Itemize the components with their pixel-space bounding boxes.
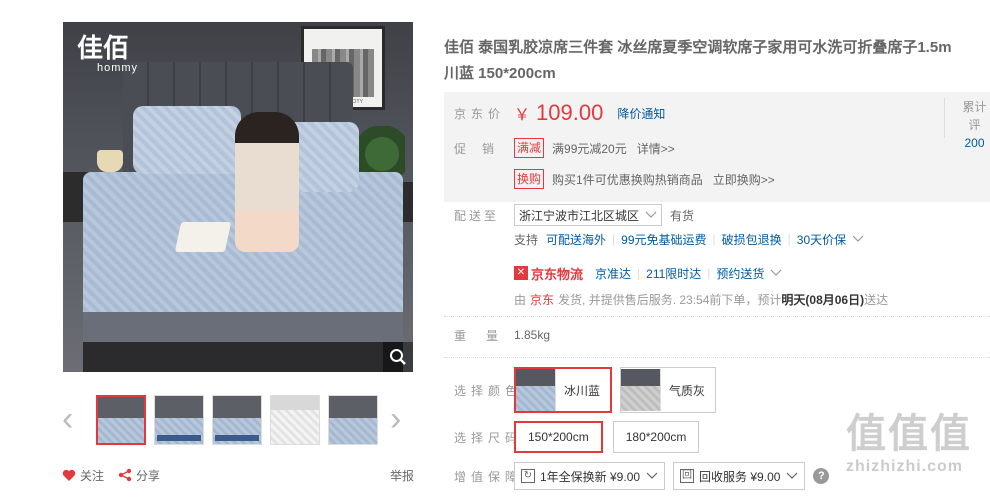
promo-text-1: 满99元减20元 <box>552 141 627 156</box>
chevron-down-icon <box>786 472 798 479</box>
support-overseas[interactable]: 可配送海外 <box>546 231 606 248</box>
promo-label: 促销 <box>454 141 511 156</box>
promo-detail-link[interactable]: 详情>> <box>637 140 675 157</box>
watermark-logo: 值值值 <box>846 412 972 456</box>
logistics-appointment[interactable]: 预约送货 <box>716 265 764 282</box>
service-replace-select[interactable]: ↻ 1年全保换新 ¥9.00 <box>514 462 666 490</box>
jd-logistics-logo: ✕ 京东物流 <box>514 264 583 283</box>
color-swatch-grey <box>621 369 662 411</box>
promo-tag-1: 满减 <box>514 138 545 158</box>
thumbnail-1[interactable] <box>96 395 146 445</box>
zoom-icon[interactable] <box>383 342 413 372</box>
share-icon <box>118 468 132 482</box>
thumb-prev-arrow[interactable]: ‹ <box>62 402 73 436</box>
logistics-211[interactable]: 211限时达 <box>646 265 701 282</box>
recycle-icon: 回 <box>680 469 695 483</box>
stock-status: 有货 <box>670 208 695 223</box>
weight-label: 重量 <box>454 328 519 343</box>
follow-button[interactable]: 关注 <box>62 467 104 484</box>
delivery-label: 配送至 <box>454 208 500 223</box>
logistics-jzd[interactable]: 京准达 <box>595 265 631 282</box>
bed-base <box>83 342 403 372</box>
jd-logistics-name: 京东物流 <box>531 266 584 282</box>
ship-suffix: 送达 <box>864 292 889 307</box>
ship-prefix: 由 <box>514 292 527 307</box>
thumbnail-strip: ‹ › <box>60 392 420 448</box>
color-label: 选择颜色 <box>454 383 523 398</box>
address-selector[interactable]: 浙江宁波市江北区城区 <box>514 204 663 226</box>
model-person <box>235 112 299 252</box>
refresh-icon: ↻ <box>521 469 535 483</box>
service-label: 增值保障 <box>454 469 523 484</box>
size-option-180[interactable]: 180*200cm <box>612 421 700 453</box>
product-title: 佳佰 泰国乳胶凉席三件套 冰丝席夏季空调软席子家用可水洗可折叠席子1.5m <box>444 39 952 56</box>
chevron-down-icon <box>771 269 782 276</box>
size-label: 选择尺码 <box>454 430 523 445</box>
thumbnail-5[interactable] <box>328 395 378 445</box>
support-label: 支持 <box>514 232 539 247</box>
promo-exchange-link[interactable]: 立即换购>> <box>713 171 775 188</box>
service-replace-text: 1年全保换新 ¥9.00 <box>540 469 641 484</box>
weight-value: 1.85kg <box>514 328 551 342</box>
product-title-line2: 川蓝 150*200cm <box>444 65 556 82</box>
price-notify-link[interactable]: 降价通知 <box>617 105 665 122</box>
promo-text-2: 购买1件可优惠换购热销商品 <box>552 172 703 187</box>
price-summary: 京东价 ￥ 109.00 降价通知 累计评 200 促销 满减 满99元减20元… <box>444 92 990 202</box>
main-product-image[interactable]: NEW YORK CITY 佳佰 hommy <box>63 22 413 372</box>
brand-logo-sub: hommy <box>97 62 139 74</box>
cumulative-label: 累计评 <box>962 100 987 132</box>
lamp <box>97 150 123 172</box>
service-recycle-select[interactable]: 回 回收服务 ¥9.00 <box>673 462 806 490</box>
pillow-left <box>133 106 241 174</box>
service-recycle-text: 回收服务 ¥9.00 <box>699 469 781 484</box>
ship-text: 发货, 并提供售后服务. 23:54前下单，预计 <box>558 292 782 307</box>
chevron-down-icon <box>646 472 658 479</box>
share-button[interactable]: 分享 <box>118 467 160 484</box>
brand-logo: 佳佰 hommy <box>77 36 138 74</box>
price-currency: ￥ <box>514 107 531 124</box>
thumbnail-2[interactable] <box>154 395 204 445</box>
help-icon[interactable]: ? <box>813 468 830 484</box>
chevron-down-icon <box>645 211 657 218</box>
color-swatch-blue <box>516 369 556 411</box>
tray <box>174 222 232 252</box>
size-option-150[interactable]: 150*200cm <box>514 421 603 453</box>
cumulative-reviews[interactable]: 累计评 200 <box>944 98 990 150</box>
color-option-label: 冰川蓝 <box>564 383 601 398</box>
support-damage-return[interactable]: 破损包退换 <box>722 231 782 248</box>
product-actions: 关注 分享 举报 <box>62 465 414 485</box>
share-label: 分享 <box>136 468 161 483</box>
divider <box>444 316 990 317</box>
ship-date: 明天(08月06日) <box>781 292 865 307</box>
jd-logistics-icon: ✕ <box>514 266 528 280</box>
address-text: 浙江宁波市江北区城区 <box>519 208 640 223</box>
color-option-blue[interactable]: 冰川蓝 <box>514 367 613 413</box>
ship-seller[interactable]: 京东 <box>530 291 554 308</box>
brand-logo-mark: 佳佰 <box>77 34 130 64</box>
support-free-shipping[interactable]: 99元免基础运费 <box>621 231 706 248</box>
thumbnail-4[interactable] <box>270 395 320 445</box>
follow-label: 关注 <box>80 468 105 483</box>
heart-icon <box>62 469 76 481</box>
color-option-grey[interactable]: 气质灰 <box>620 367 717 413</box>
price-value: 109.00 <box>536 100 604 125</box>
color-option-label: 气质灰 <box>669 383 706 398</box>
price-label: 京东价 <box>454 106 506 121</box>
promo-tag-2: 换购 <box>514 169 545 189</box>
divider <box>444 357 990 358</box>
report-link[interactable]: 举报 <box>390 467 414 484</box>
thumb-next-arrow[interactable]: › <box>390 402 401 436</box>
chevron-down-icon <box>852 235 864 242</box>
support-price-protect[interactable]: 30天价保 <box>797 231 846 248</box>
watermark-url: zhizhizhi.com <box>846 458 963 475</box>
thumbnail-3[interactable] <box>212 395 262 445</box>
cumulative-count: 200 <box>964 136 985 150</box>
